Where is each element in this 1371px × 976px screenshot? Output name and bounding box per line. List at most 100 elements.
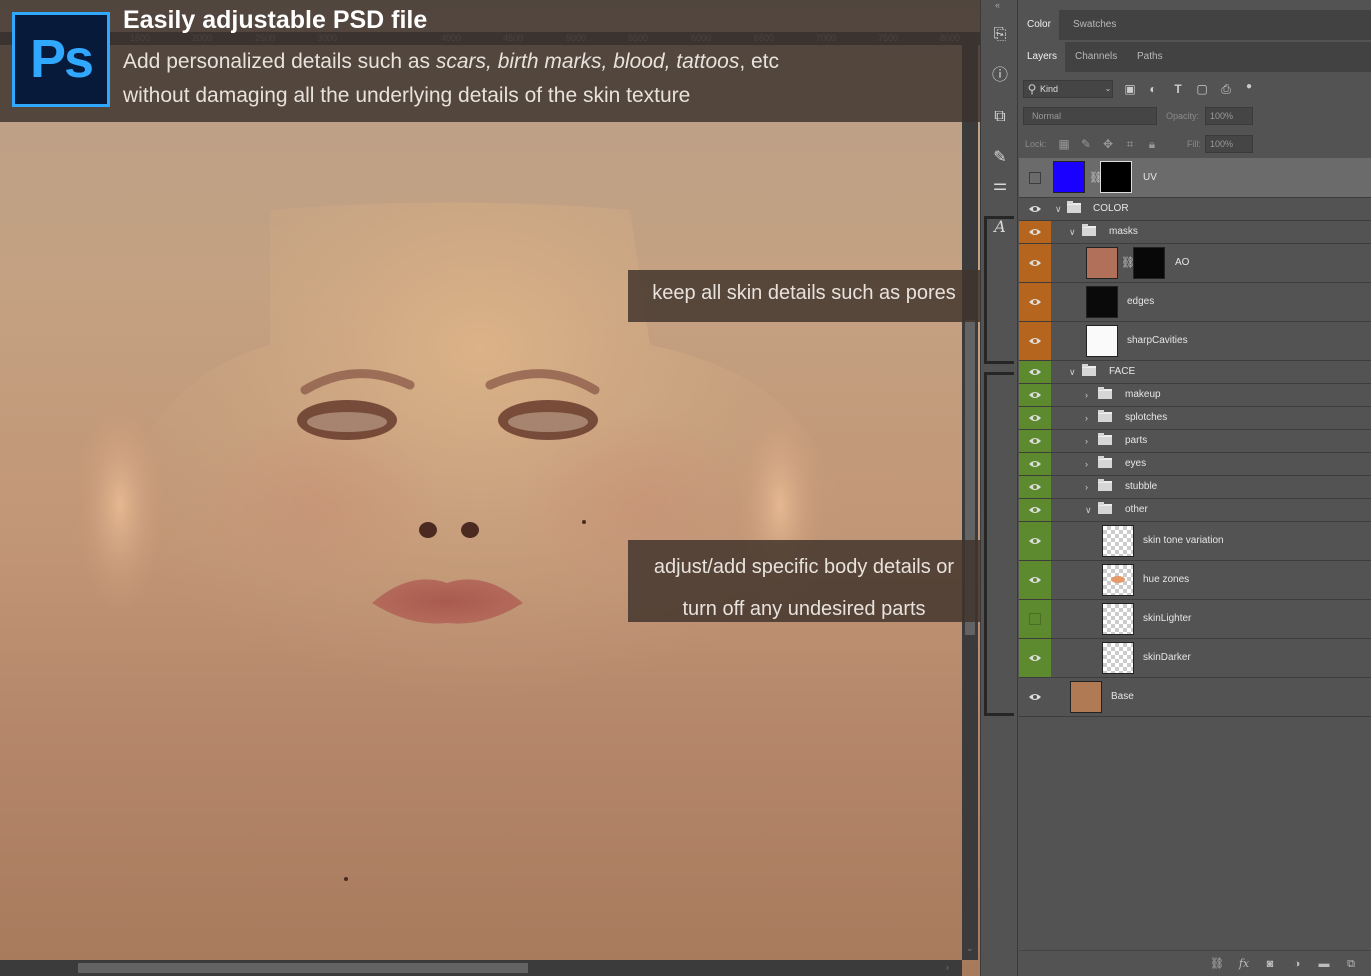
horizontal-scroll-thumb[interactable] — [78, 963, 528, 973]
chevron-right-icon[interactable]: › — [1085, 458, 1088, 470]
chevron-right-icon[interactable]: › — [1085, 389, 1088, 401]
layer-masks-group[interactable]: ∨ masks — [1019, 221, 1371, 244]
scroll-down-icon[interactable]: ⌄ — [966, 943, 974, 954]
eye-icon[interactable] — [1028, 258, 1042, 268]
tab-layers[interactable]: Layers — [1019, 42, 1066, 72]
layer-skinlighter[interactable]: skinLighter — [1019, 600, 1371, 639]
opacity-field[interactable]: 100% — [1205, 107, 1253, 125]
tab-channels[interactable]: Channels — [1067, 42, 1125, 72]
tab-swatches[interactable]: Swatches — [1065, 10, 1124, 40]
eye-icon[interactable] — [1028, 575, 1042, 585]
info-icon[interactable]: ⓘ — [987, 63, 1013, 89]
history-icon[interactable]: ⎘ — [987, 22, 1013, 48]
hidden-visibility-box[interactable] — [1029, 613, 1041, 625]
eye-icon[interactable] — [1028, 390, 1042, 400]
eye-icon[interactable] — [1028, 692, 1042, 702]
layer-parts-group[interactable]: › parts — [1019, 430, 1371, 453]
visibility-cell[interactable] — [1019, 639, 1051, 677]
layer-hue-zones[interactable]: hue zones — [1019, 561, 1371, 600]
visibility-cell[interactable] — [1019, 283, 1051, 321]
mask-thumbnail[interactable] — [1100, 161, 1132, 193]
visibility-cell[interactable] — [1019, 678, 1051, 716]
eye-icon[interactable] — [1028, 227, 1042, 237]
chevron-down-icon[interactable]: ∨ — [1085, 504, 1092, 516]
layer-ao[interactable]: ⛓ AO — [1019, 244, 1371, 283]
layer-other-group[interactable]: ∨ other — [1019, 499, 1371, 522]
lock-artboard-icon[interactable]: ⌗ — [1123, 137, 1137, 151]
lock-image-icon[interactable]: ✎ — [1079, 137, 1093, 151]
visibility-cell[interactable] — [1019, 198, 1051, 220]
visibility-cell[interactable] — [1019, 499, 1051, 521]
filter-type-icon[interactable]: T — [1171, 82, 1185, 96]
new-group-icon[interactable]: ▬ — [1316, 956, 1332, 972]
layer-base[interactable]: Base — [1019, 678, 1371, 717]
eye-icon[interactable] — [1028, 367, 1042, 377]
layer-splotches-group[interactable]: › splotches — [1019, 407, 1371, 430]
chevron-down-icon[interactable]: ∨ — [1069, 226, 1076, 238]
scroll-right-icon[interactable]: › — [946, 962, 949, 972]
filter-pixel-icon[interactable]: ▣ — [1123, 82, 1137, 96]
add-mask-icon[interactable]: ◙ — [1262, 956, 1278, 972]
layer-skindarker[interactable]: skinDarker — [1019, 639, 1371, 678]
adjustments-icon[interactable]: ⚌ — [987, 173, 1013, 199]
layer-makeup-group[interactable]: › makeup — [1019, 384, 1371, 407]
visibility-cell[interactable] — [1019, 322, 1051, 360]
link-layers-icon[interactable]: ⛓ — [1209, 956, 1225, 972]
layer-face-group[interactable]: ∨ FACE — [1019, 361, 1371, 384]
eye-icon[interactable] — [1028, 297, 1042, 307]
visibility-cell[interactable] — [1019, 453, 1051, 475]
fill-field[interactable]: 100% — [1205, 135, 1253, 153]
visibility-cell[interactable] — [1019, 561, 1051, 599]
eye-icon[interactable] — [1028, 436, 1042, 446]
filter-smart-object-icon[interactable]: ⎙ — [1219, 82, 1233, 96]
visibility-cell[interactable] — [1019, 600, 1051, 638]
chevron-down-icon[interactable]: ∨ — [1069, 366, 1076, 378]
eye-icon[interactable] — [1028, 204, 1042, 214]
fx-icon[interactable]: fx — [1236, 956, 1252, 972]
visibility-cell[interactable] — [1019, 221, 1051, 243]
vertical-scrollbar[interactable]: ⌄ — [962, 45, 978, 960]
new-adjustment-icon[interactable]: ◑ — [1289, 956, 1305, 972]
mask-thumbnail[interactable] — [1133, 247, 1165, 279]
filter-toggle-icon[interactable]: ● — [1242, 80, 1256, 94]
layer-skin-tone-variation[interactable]: skin tone variation — [1019, 522, 1371, 561]
properties-icon[interactable]: ⧉ — [987, 104, 1013, 130]
filter-shape-icon[interactable]: ▢ — [1195, 82, 1209, 96]
lock-transparent-icon[interactable]: ▦ — [1057, 137, 1071, 151]
visibility-cell[interactable] — [1019, 158, 1051, 197]
chevron-right-icon[interactable]: › — [1085, 481, 1088, 493]
filter-adjustment-icon[interactable]: ◐ — [1146, 82, 1160, 96]
lock-position-icon[interactable]: ✥ — [1101, 137, 1115, 151]
visibility-cell[interactable] — [1019, 430, 1051, 452]
layer-uv[interactable]: ⛓ UV — [1019, 158, 1371, 198]
eye-icon[interactable] — [1028, 336, 1042, 346]
eye-icon[interactable] — [1028, 653, 1042, 663]
tab-paths[interactable]: Paths — [1129, 42, 1171, 72]
eye-icon[interactable] — [1028, 459, 1042, 469]
eye-icon[interactable] — [1028, 482, 1042, 492]
chevron-right-icon[interactable]: › — [1085, 435, 1088, 447]
chevron-down-icon[interactable]: ∨ — [1055, 203, 1062, 215]
visibility-cell[interactable] — [1019, 522, 1051, 560]
visibility-cell[interactable] — [1019, 407, 1051, 429]
layer-edges[interactable]: edges — [1019, 283, 1371, 322]
document-canvas[interactable]: 1500 2000 2500 3000 4000 4500 5000 5500 … — [0, 0, 980, 976]
layer-sharpcavities[interactable]: sharpCavities — [1019, 322, 1371, 361]
chevron-right-icon[interactable]: › — [1085, 412, 1088, 424]
horizontal-scrollbar[interactable]: › — [0, 960, 962, 976]
visibility-cell[interactable] — [1019, 476, 1051, 498]
tab-color[interactable]: Color — [1019, 10, 1059, 40]
visibility-cell[interactable] — [1019, 244, 1051, 282]
hidden-visibility-box[interactable] — [1029, 171, 1041, 184]
layer-stubble-group[interactable]: › stubble — [1019, 476, 1371, 499]
visibility-cell[interactable] — [1019, 361, 1051, 383]
eye-icon[interactable] — [1028, 413, 1042, 423]
new-layer-icon[interactable]: ⧉ — [1343, 956, 1359, 972]
layer-color-group[interactable]: ∨ COLOR — [1019, 198, 1371, 221]
visibility-cell[interactable] — [1019, 384, 1051, 406]
eye-icon[interactable] — [1028, 536, 1042, 546]
brush-presets-icon[interactable]: ✎ — [987, 145, 1013, 171]
collapse-panels-icon[interactable]: « — [995, 0, 1000, 10]
blend-mode-select[interactable]: Normal — [1023, 107, 1157, 125]
eye-icon[interactable] — [1028, 505, 1042, 515]
